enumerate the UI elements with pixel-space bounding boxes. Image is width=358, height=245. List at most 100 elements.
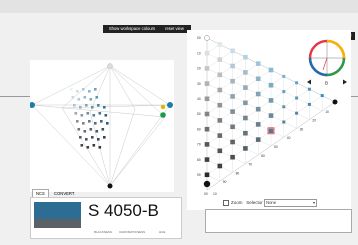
- color-cell[interactable]: [204, 81, 210, 86]
- color-cell[interactable]: [307, 102, 311, 106]
- arrow-right-icon[interactable]: [343, 79, 347, 85]
- tab-ncs[interactable]: NCS: [32, 189, 49, 197]
- solid-color-dot[interactable]: [94, 88, 97, 91]
- color-cell[interactable]: [230, 78, 235, 84]
- color-cell[interactable]: [204, 172, 210, 178]
- color-cell[interactable]: [217, 163, 223, 169]
- color-cell[interactable]: [255, 137, 261, 142]
- solid-color-dot[interactable]: [95, 96, 99, 99]
- color-cell[interactable]: [217, 42, 223, 47]
- arrow-left-icon[interactable]: [307, 79, 311, 85]
- solid-color-dot[interactable]: [74, 112, 78, 115]
- solid-color-dot[interactable]: [98, 146, 102, 149]
- color-cell[interactable]: [243, 85, 248, 90]
- color-cell[interactable]: [230, 109, 235, 114]
- color-cell[interactable]: [243, 70, 248, 75]
- color-cell[interactable]: [217, 148, 223, 154]
- color-cell[interactable]: [204, 96, 210, 102]
- solid-color-dot[interactable]: [85, 138, 88, 141]
- color-cell[interactable]: [230, 154, 235, 160]
- solid-color-dot[interactable]: [83, 96, 87, 99]
- color-cell[interactable]: [268, 82, 274, 88]
- solid-color-dot[interactable]: [79, 106, 82, 109]
- color-cell[interactable]: [230, 94, 235, 99]
- solid-color-dot[interactable]: [79, 136, 82, 139]
- solid-color-dot[interactable]: [103, 136, 106, 139]
- solid-color-dot[interactable]: [91, 106, 94, 109]
- color-cell[interactable]: [268, 98, 274, 103]
- solid-color-dot[interactable]: [82, 88, 85, 91]
- solid-color-dot[interactable]: [80, 144, 84, 147]
- solid-color-dot[interactable]: [106, 122, 109, 125]
- solid-color-dot[interactable]: [98, 112, 102, 115]
- hue-wheel[interactable]: B: [305, 38, 350, 88]
- color-cell[interactable]: [230, 124, 235, 130]
- color-cell[interactable]: [255, 91, 261, 97]
- color-cell[interactable]: [282, 90, 286, 94]
- solid-color-dot[interactable]: [82, 122, 85, 125]
- color-cell[interactable]: [230, 48, 235, 54]
- color-cell[interactable]: [295, 96, 299, 100]
- solid-color-dot[interactable]: [104, 114, 108, 117]
- color-cell[interactable]: [204, 126, 210, 132]
- color-solid-view[interactable]: [29, 60, 174, 192]
- solid-color-dot[interactable]: [100, 120, 103, 123]
- solid-color-dot[interactable]: [73, 104, 76, 107]
- solid-color-dot[interactable]: [92, 144, 96, 147]
- solid-color-dot[interactable]: [89, 128, 93, 131]
- solid-color-dot[interactable]: [86, 146, 90, 149]
- tab-convert[interactable]: CONVERT: [51, 190, 77, 197]
- color-cell[interactable]: [230, 63, 235, 69]
- color-cell[interactable]: [230, 139, 235, 145]
- color-cell[interactable]: [320, 94, 324, 98]
- solid-color-dot[interactable]: [77, 128, 81, 131]
- solid-color-dot[interactable]: [95, 130, 99, 133]
- color-cell[interactable]: [243, 115, 248, 121]
- color-cell[interactable]: [295, 111, 299, 115]
- color-cell[interactable]: [204, 66, 210, 71]
- color-cell[interactable]: [255, 106, 261, 112]
- solid-color-dot[interactable]: [103, 106, 106, 109]
- solid-color-dot[interactable]: [97, 104, 100, 107]
- color-cell[interactable]: [255, 122, 261, 127]
- solid-color-dot[interactable]: [80, 114, 84, 117]
- solid-color-dot[interactable]: [94, 122, 97, 125]
- color-cell[interactable]: [282, 74, 286, 78]
- solid-color-dot[interactable]: [71, 96, 75, 99]
- color-cell[interactable]: [217, 72, 223, 78]
- solid-color-dot[interactable]: [88, 120, 91, 123]
- color-cell[interactable]: [295, 81, 299, 85]
- color-cell[interactable]: [217, 57, 223, 62]
- color-cell[interactable]: [204, 111, 210, 117]
- solid-color-dot[interactable]: [70, 88, 73, 91]
- solid-color-dot[interactable]: [88, 90, 91, 93]
- color-cell[interactable]: [307, 87, 311, 91]
- solid-color-dot[interactable]: [83, 130, 87, 133]
- solid-color-dot[interactable]: [91, 136, 94, 139]
- solid-color-dot[interactable]: [89, 98, 93, 101]
- selector-dropdown[interactable]: None ▾: [264, 199, 318, 207]
- solid-color-dot[interactable]: [86, 112, 90, 115]
- color-cell[interactable]: [204, 50, 210, 56]
- solid-color-dot[interactable]: [85, 104, 88, 107]
- solid-color-dot[interactable]: [97, 138, 100, 141]
- color-cell[interactable]: [282, 105, 286, 109]
- color-cell[interactable]: [243, 100, 248, 106]
- color-cell[interactable]: [243, 130, 248, 136]
- color-cell[interactable]: [243, 54, 248, 60]
- color-cell[interactable]: [282, 120, 286, 124]
- solid-color-dot[interactable]: [76, 120, 79, 123]
- zoom-checkbox[interactable]: [223, 200, 229, 206]
- color-cell[interactable]: [268, 128, 274, 134]
- color-cell[interactable]: [217, 102, 223, 108]
- color-cell[interactable]: [217, 118, 223, 123]
- color-cell[interactable]: [217, 87, 223, 93]
- color-cell[interactable]: [243, 146, 248, 151]
- color-cell[interactable]: [255, 61, 261, 66]
- color-cell[interactable]: [268, 67, 274, 73]
- solid-color-dot[interactable]: [101, 128, 105, 131]
- color-cell[interactable]: [268, 113, 274, 118]
- show-workspace-colours-button[interactable]: Show workspace colours: [103, 25, 161, 33]
- solid-color-dot[interactable]: [92, 114, 96, 117]
- color-cell[interactable]: [204, 157, 210, 162]
